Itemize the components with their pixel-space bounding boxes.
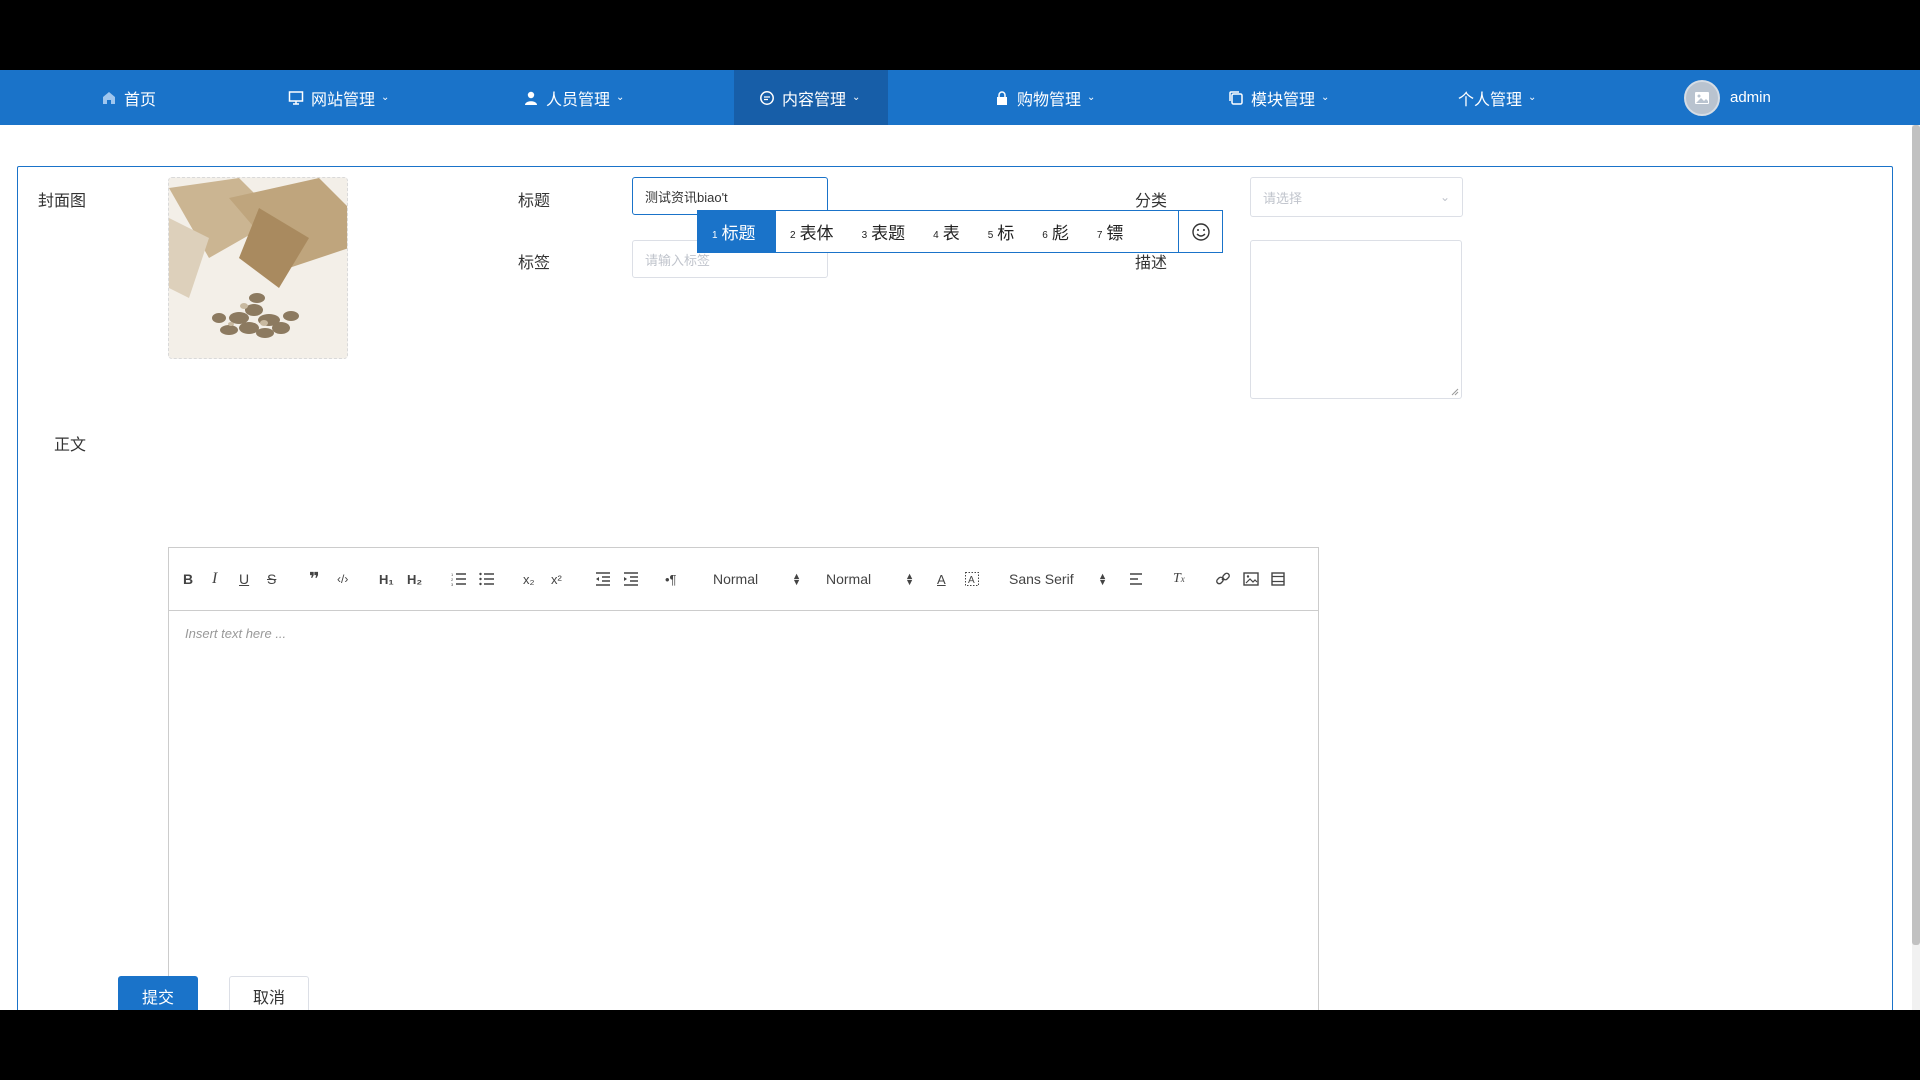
- ime-candidate[interactable]: 2 表体: [776, 211, 848, 252]
- rich-text-editor: B I U S ❞ ‹/› H₁ H₂ 123 x₂ x² •¶ Normal …: [168, 547, 1319, 1010]
- background-color-icon[interactable]: A: [965, 568, 979, 590]
- user-name: admin: [1730, 89, 1771, 106]
- select-arrows-icon: ▲ ▼: [905, 571, 914, 587]
- nav-item-label: 首页: [124, 91, 157, 109]
- tags-label: 标签: [518, 255, 551, 272]
- emoji-icon[interactable]: [1178, 211, 1222, 252]
- nav-item-shopping[interactable]: 购物管理 ⌄: [993, 70, 1095, 125]
- nav-item-personal[interactable]: 个人管理 ⌄: [1458, 70, 1536, 125]
- nav-item-staff[interactable]: 人员管理 ⌄: [522, 70, 624, 125]
- text-color-icon[interactable]: A: [937, 568, 946, 590]
- cancel-button[interactable]: 取消: [229, 976, 309, 1010]
- superscript-icon[interactable]: x²: [551, 568, 562, 590]
- link-icon[interactable]: [1215, 568, 1231, 590]
- chevron-down-icon: ⌄: [852, 92, 861, 103]
- page-scrollbar[interactable]: [1912, 125, 1920, 1010]
- chevron-down-icon: ⌄: [1528, 92, 1537, 103]
- editor-toolbar: B I U S ❞ ‹/› H₁ H₂ 123 x₂ x² •¶ Normal …: [169, 548, 1318, 611]
- ime-candidate[interactable]: 1 标题: [698, 211, 776, 252]
- description-textarea[interactable]: [1250, 240, 1462, 399]
- bullet-list-icon[interactable]: [479, 568, 495, 590]
- category-select[interactable]: 请选择 ⌄: [1250, 177, 1463, 217]
- ime-candidate[interactable]: 6彪: [1028, 211, 1083, 252]
- video-icon[interactable]: [1271, 568, 1285, 590]
- avatar: [1684, 79, 1720, 116]
- header-select[interactable]: Normal ▲ ▼: [713, 568, 801, 590]
- blockquote-icon[interactable]: ❞: [309, 568, 320, 590]
- heading1-icon[interactable]: H₁: [379, 568, 394, 590]
- letterbox-bottom: [0, 1010, 1920, 1080]
- nav-item-label: 内容管理: [782, 91, 847, 109]
- submit-button[interactable]: 提交: [118, 976, 198, 1010]
- title-label: 标题: [518, 193, 551, 210]
- select-arrows-icon: ▲ ▼: [1098, 571, 1107, 587]
- italic-icon[interactable]: I: [212, 568, 217, 590]
- chevron-down-icon: ⌄: [616, 92, 625, 103]
- image-icon[interactable]: [1243, 568, 1259, 590]
- ime-candidate[interactable]: 7镖: [1083, 211, 1138, 252]
- nav-item-home[interactable]: 首页: [100, 70, 156, 125]
- svg-text:A: A: [968, 575, 975, 586]
- align-left-icon[interactable]: [1129, 568, 1143, 590]
- strikethrough-icon[interactable]: S: [267, 568, 276, 590]
- chat-icon: [758, 89, 776, 107]
- code-block-icon[interactable]: ‹/›: [337, 568, 348, 590]
- indent-icon[interactable]: [623, 568, 639, 590]
- chevron-down-icon: ⌄: [1439, 190, 1450, 204]
- body-label: 正文: [54, 437, 87, 454]
- nav-item-modules[interactable]: 模块管理 ⌄: [1227, 70, 1329, 125]
- user-icon: [522, 89, 540, 107]
- monitor-icon: [287, 89, 305, 107]
- cover-image-upload[interactable]: [168, 177, 348, 359]
- nav-item-label: 人员管理: [546, 91, 611, 109]
- category-placeholder: 请选择: [1263, 190, 1303, 206]
- ime-candidate[interactable]: 5标: [974, 211, 1029, 252]
- nav-item-label: 购物管理: [1017, 91, 1082, 109]
- heading2-icon[interactable]: H₂: [407, 568, 422, 590]
- cover-label: 封面图: [38, 193, 87, 210]
- app-window: 首页 网站管理 ⌄ 人员管理 ⌄ 内容管理 ⌄ 购物管理 ⌄ 模块管理 ⌄ 个人…: [0, 70, 1920, 1010]
- home-icon: [100, 89, 118, 107]
- size-select[interactable]: Normal ▲ ▼: [826, 568, 914, 590]
- chevron-down-icon: ⌄: [381, 92, 390, 103]
- title-input-value: 测试资讯biao't: [645, 189, 728, 205]
- nav-item-label: 网站管理: [311, 91, 376, 109]
- ime-candidate-popup: 1 标题 2 表体 3 表题 4表 5标 6彪 7镖: [697, 210, 1223, 253]
- nav-item-label: 模块管理: [1251, 91, 1316, 109]
- letterbox-top: [0, 0, 1920, 70]
- ime-candidate[interactable]: 3 表题: [848, 211, 920, 252]
- outdent-icon[interactable]: [595, 568, 611, 590]
- copy-icon: [1227, 89, 1245, 107]
- font-select[interactable]: Sans Serif ▲ ▼: [1009, 568, 1107, 590]
- chevron-down-icon: ⌄: [1321, 92, 1330, 103]
- ordered-list-icon[interactable]: 123: [451, 568, 467, 590]
- user-menu[interactable]: admin: [1684, 70, 1771, 125]
- underline-icon[interactable]: U: [239, 568, 249, 590]
- resize-handle-icon[interactable]: [1451, 388, 1459, 396]
- nav-item-content[interactable]: 内容管理 ⌄: [734, 70, 888, 125]
- chevron-down-icon: ⌄: [1087, 92, 1096, 103]
- svg-text:3: 3: [451, 582, 454, 586]
- nav-item-website[interactable]: 网站管理 ⌄: [287, 70, 389, 125]
- select-arrows-icon: ▲ ▼: [792, 571, 801, 587]
- bold-icon[interactable]: B: [183, 568, 193, 590]
- subscript-icon[interactable]: x₂: [523, 568, 535, 590]
- text-direction-icon[interactable]: •¶: [665, 568, 677, 590]
- category-label: 分类: [1135, 193, 1168, 210]
- ime-candidate[interactable]: 4表: [919, 211, 974, 252]
- image-icon: [1695, 91, 1709, 104]
- scrollbar-thumb[interactable]: [1912, 125, 1920, 945]
- clear-format-icon[interactable]: Tx: [1173, 568, 1185, 590]
- lock-icon: [993, 89, 1011, 107]
- editor-placeholder[interactable]: Insert text here ...: [185, 626, 286, 641]
- cover-image: [169, 178, 347, 358]
- top-nav: 首页 网站管理 ⌄ 人员管理 ⌄ 内容管理 ⌄ 购物管理 ⌄ 模块管理 ⌄ 个人…: [0, 70, 1920, 125]
- nav-item-label: 个人管理: [1458, 91, 1523, 109]
